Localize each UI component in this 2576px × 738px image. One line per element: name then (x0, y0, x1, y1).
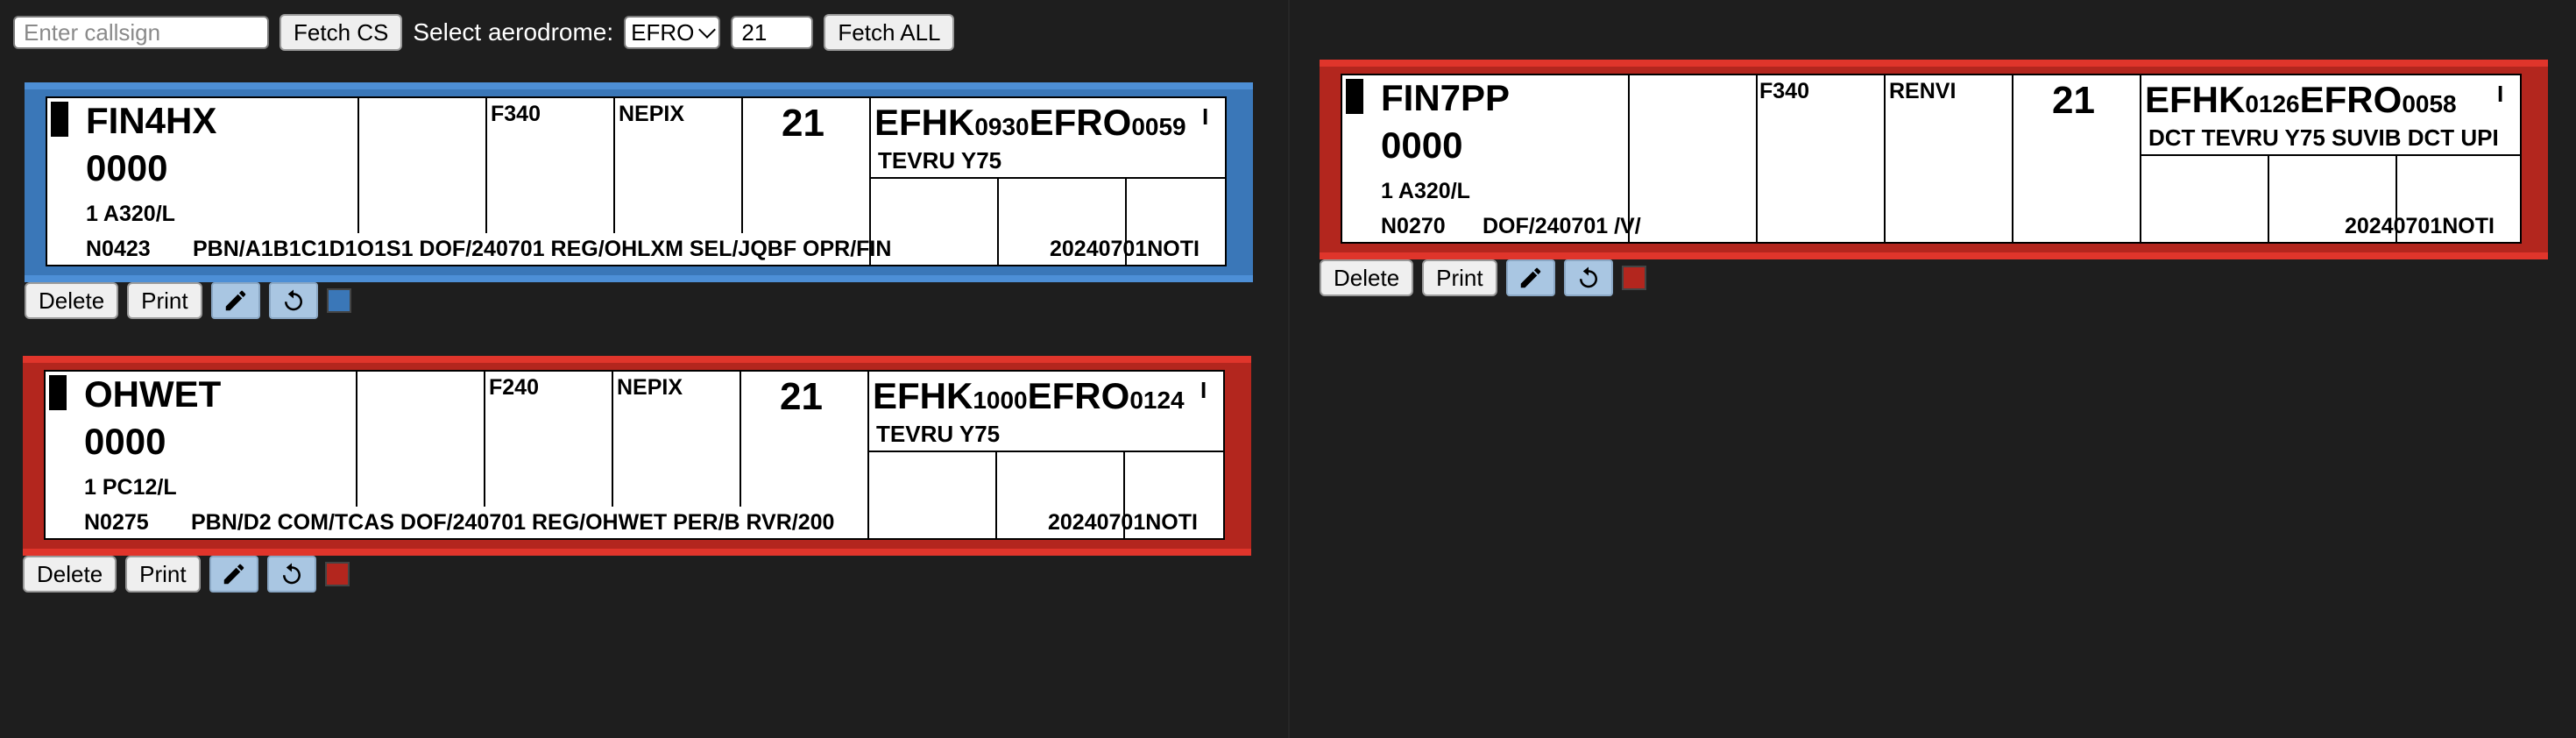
strip-card: FIN4HX 0000 1 A320/L N0423 PBN/A1B1C1D1O… (46, 96, 1227, 266)
remarks: PBN/A1B1C1D1O1S1 DOF/240701 REG/OHLXM SE… (193, 237, 892, 261)
route: DCT TEVRU Y75 SUVIB DCT UPI (2148, 124, 2499, 151)
fetch-all-button[interactable]: Fetch ALL (824, 14, 955, 51)
arrival-time: 0058 (2402, 90, 2457, 117)
flight-rule-flag: I (2497, 81, 2504, 107)
route: TEVRU Y75 (878, 147, 1002, 174)
departure-time: 0930 (974, 113, 1030, 140)
callsign: FIN4HX (86, 100, 217, 141)
departure-aerodrome: EFHK (873, 375, 973, 416)
departure-aerodrome: EFHK (874, 102, 975, 143)
strip-trailer: 20240701NOTI (1050, 237, 1200, 261)
squawk: 0000 (86, 147, 168, 188)
arrival-aerodrome: EFRO (2299, 79, 2403, 120)
departure-aerodrome: EFHK (2145, 79, 2246, 120)
strip-marker (1346, 79, 1363, 114)
runway-input[interactable] (731, 16, 814, 49)
undo-icon (284, 289, 302, 311)
strip-card: FIN7PP 0000 1 A320/L N0270 DOF/240701 /V… (1341, 74, 2522, 244)
flight-rule-flag: I (1200, 377, 1207, 403)
squawk: 0000 (84, 421, 166, 462)
speed: N0423 (86, 237, 151, 261)
strip-color-picker[interactable] (326, 288, 351, 313)
strip-controls: Delete Print (1320, 259, 1646, 296)
strip-marker (49, 375, 67, 410)
strip-color-picker[interactable] (1621, 266, 1646, 290)
print-button[interactable]: Print (127, 282, 202, 319)
flight-level: F340 (491, 102, 541, 126)
delete-button[interactable]: Delete (25, 282, 119, 319)
edit-button[interactable] (210, 282, 260, 319)
arrival-time: 0059 (1131, 113, 1186, 140)
aircraft-type: 1 A320/L (86, 202, 175, 226)
callsign-input[interactable] (13, 16, 269, 49)
callsign: OHWET (84, 373, 222, 415)
route-header: EFHK0930EFRO0059 (874, 102, 1186, 144)
callsign: FIN7PP (1381, 77, 1511, 118)
pencil-icon (223, 564, 244, 585)
route-header: EFHK0126EFRO0058 (2145, 79, 2457, 121)
strip-color-picker[interactable] (324, 562, 350, 586)
pencil-icon (1520, 267, 1540, 288)
remarks: DOF/240701 /V/ (1483, 214, 1641, 238)
runway: 21 (782, 102, 824, 145)
delete-button[interactable]: Delete (23, 556, 117, 593)
flight-strip[interactable]: OHWET 0000 1 PC12/L N0275 PBN/D2 COM/TCA… (23, 356, 1251, 556)
strip-card: OHWET 0000 1 PC12/L N0275 PBN/D2 COM/TCA… (44, 370, 1225, 540)
flight-level: F340 (1759, 79, 1809, 103)
route: TEVRU Y75 (876, 421, 1001, 447)
flight-strip[interactable]: FIN7PP 0000 1 A320/L N0270 DOF/240701 /V… (1320, 60, 2548, 259)
speed: N0275 (84, 510, 149, 535)
edit-button[interactable] (1505, 259, 1555, 296)
undo-button[interactable] (268, 282, 318, 319)
departure-time: 0126 (2245, 90, 2300, 117)
aircraft-type: 1 PC12/L (84, 475, 177, 500)
column-divider (1288, 0, 1290, 738)
flight-rule-flag: I (1202, 103, 1209, 130)
undo-icon (1579, 266, 1597, 288)
flight-strip[interactable]: FIN4HX 0000 1 A320/L N0423 PBN/A1B1C1D1O… (25, 82, 1253, 282)
undo-button[interactable] (266, 556, 316, 593)
arrival-aerodrome: EFRO (1029, 102, 1132, 143)
arrival-time: 0124 (1129, 387, 1185, 414)
squawk: 0000 (1381, 124, 1463, 166)
edit-button[interactable] (209, 556, 258, 593)
strip-trailer: 20240701NOTI (1048, 510, 1198, 535)
fetch-cs-button[interactable]: Fetch CS (280, 14, 403, 51)
toolbar: Fetch CS Select aerodrome: EFRO Fetch AL… (13, 14, 955, 51)
undo-button[interactable] (1563, 259, 1613, 296)
aerodrome-select[interactable]: EFRO (624, 16, 721, 49)
delete-button[interactable]: Delete (1320, 259, 1414, 296)
print-button[interactable]: Print (125, 556, 201, 593)
departure-time: 1000 (973, 387, 1028, 414)
strip-marker (51, 102, 68, 137)
route-header: EFHK1000EFRO0124 (873, 375, 1185, 417)
print-button[interactable]: Print (1422, 259, 1497, 296)
strip-controls: Delete Print (25, 282, 351, 319)
aerodrome-label: Select aerodrome: (413, 18, 614, 46)
exit-point: RENVI (1889, 79, 1957, 103)
aerodrome-select-value: EFRO (631, 18, 695, 46)
speed: N0270 (1381, 214, 1446, 238)
strip-controls: Delete Print (23, 556, 350, 593)
flight-level: F240 (489, 375, 539, 400)
undo-icon (282, 563, 301, 585)
arrival-aerodrome: EFRO (1027, 375, 1130, 416)
exit-point: NEPIX (617, 375, 683, 400)
chevron-down-icon (698, 21, 717, 39)
runway: 21 (780, 375, 823, 418)
strip-trailer: 20240701NOTI (2345, 214, 2495, 238)
exit-point: NEPIX (619, 102, 685, 126)
runway: 21 (2052, 79, 2095, 122)
aircraft-type: 1 A320/L (1381, 179, 1470, 203)
pencil-icon (225, 290, 245, 311)
remarks: PBN/D2 COM/TCAS DOF/240701 REG/OHWET PER… (191, 510, 835, 535)
